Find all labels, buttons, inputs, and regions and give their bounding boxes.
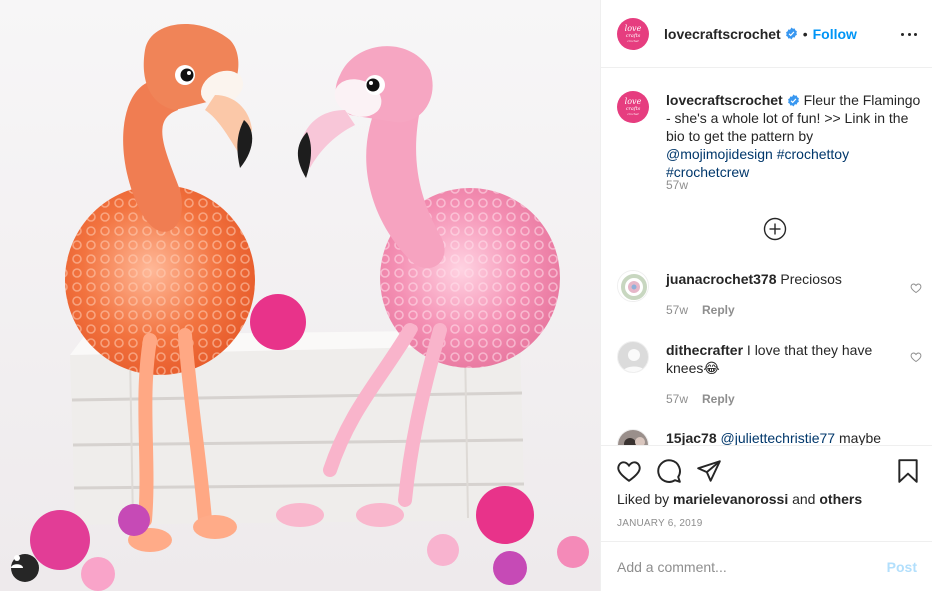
liked-by-others[interactable]: others: [819, 491, 862, 507]
comments-list[interactable]: love crafts crochet lovecraftscrochet Fl…: [601, 69, 932, 445]
default-avatar-icon: [618, 342, 648, 372]
flamingo-photo-illustration: [0, 0, 600, 591]
comment-time: 57w: [666, 303, 689, 317]
comment-item: dithecrafter I love that they have knees…: [617, 341, 922, 408]
commenter-avatar[interactable]: [617, 429, 649, 445]
comment-text: maybe: [839, 430, 882, 445]
author-avatar[interactable]: love crafts crochet: [617, 17, 649, 50]
caption-avatar[interactable]: love crafts crochet: [617, 91, 649, 123]
verified-badge-icon: [785, 27, 797, 40]
commenter-photo: [618, 430, 648, 445]
post-modal: love crafts crochet lovecraftscrochet • …: [0, 0, 932, 591]
author-username[interactable]: lovecraftscrochet: [664, 26, 781, 42]
commenter-avatar[interactable]: [617, 270, 649, 302]
heart-icon[interactable]: [910, 282, 922, 294]
liked-by-user[interactable]: marielevanorossi: [673, 491, 788, 507]
commenter-username[interactable]: dithecrafter: [666, 342, 743, 358]
caption-body: lovecraftscrochet Fleur the Flamingo - s…: [666, 91, 922, 181]
comment-item: juanacrochet378 Preciosos 57w Reply: [617, 270, 922, 319]
liked-by-and: and: [792, 491, 816, 507]
follow-button[interactable]: Follow: [813, 26, 857, 42]
comment-body: juanacrochet378 Preciosos 57w Reply: [666, 270, 906, 319]
comment-mention[interactable]: @juliettechristie77: [721, 430, 836, 445]
user-tag-icon: [11, 555, 23, 568]
crochet-avatar-image: [618, 271, 648, 301]
caption-time: 57w: [666, 178, 689, 192]
header-name-row: lovecraftscrochet • Follow: [664, 26, 857, 42]
comment-item: 15jac78 @juliettechristie77 maybe: [617, 429, 922, 445]
comment-text: Preciosos: [780, 271, 842, 287]
comment-input[interactable]: [617, 558, 887, 575]
bookmark-icon[interactable]: [895, 458, 921, 484]
post-comment-button[interactable]: Post: [887, 559, 917, 575]
add-comment-bar: Post: [601, 541, 932, 591]
commenter-avatar[interactable]: [617, 341, 649, 373]
post-actions: Liked by marielevanorossi and others JAN…: [601, 445, 932, 541]
heart-icon[interactable]: [910, 351, 922, 363]
liked-by-prefix: Liked by: [617, 491, 670, 507]
post-side-panel: love crafts crochet lovecraftscrochet • …: [600, 0, 932, 591]
commenter-username[interactable]: 15jac78: [666, 430, 717, 445]
comment-time: 57w: [666, 392, 689, 406]
verified-badge-icon: [787, 94, 799, 107]
comment-body: dithecrafter I love that they have knees…: [666, 341, 906, 408]
commenter-username[interactable]: juanacrochet378: [666, 271, 777, 287]
caption-username[interactable]: lovecraftscrochet: [666, 92, 783, 108]
post-photo[interactable]: [0, 0, 600, 591]
comment-meta: 57w Reply: [666, 390, 906, 408]
reply-button[interactable]: Reply: [702, 303, 735, 317]
caption-hashtag[interactable]: #crochettoy: [777, 146, 849, 162]
post-header: love crafts crochet lovecraftscrochet • …: [601, 0, 932, 68]
comment-meta: 57w Reply: [666, 301, 906, 319]
post-date[interactable]: JANUARY 6, 2019: [617, 518, 702, 529]
heart-icon[interactable]: [616, 458, 642, 484]
user-tag-button[interactable]: [11, 554, 39, 582]
header-separator: •: [802, 25, 808, 42]
more-options-icon[interactable]: [901, 24, 917, 44]
comment-body: 15jac78 @juliettechristie77 maybe: [666, 429, 906, 445]
liked-by-summary: Liked by marielevanorossi and others: [617, 491, 862, 507]
comment-icon[interactable]: [656, 458, 682, 484]
post-caption: love crafts crochet lovecraftscrochet Fl…: [617, 91, 922, 181]
share-icon[interactable]: [696, 458, 722, 484]
load-more-plus-icon[interactable]: [763, 217, 787, 241]
caption-mention[interactable]: @mojimojidesign: [666, 146, 773, 162]
reply-button[interactable]: Reply: [702, 392, 735, 406]
